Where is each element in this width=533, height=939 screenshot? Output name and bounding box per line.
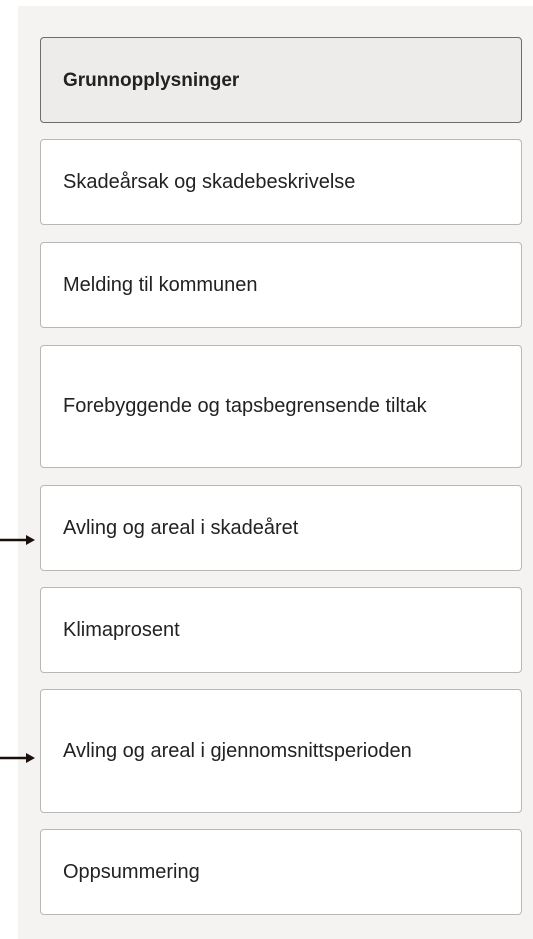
step-skadearsak-og-skadebeskrivelse[interactable]: Skadeårsak og skadebeskrivelse [40,139,522,225]
step-label: Grunnopplysninger [63,69,240,91]
step-label: Melding til kommunen [63,273,258,296]
step-avling-og-areal-i-gjennomsnittsperioden[interactable]: Avling og areal i gjennomsnittsperioden [40,689,522,813]
step-grunnopplysninger[interactable]: Grunnopplysninger [40,37,522,123]
step-label: Avling og areal i skadeåret [63,516,299,539]
step-avling-og-areal-i-skadearet[interactable]: Avling og areal i skadeåret [40,485,522,571]
step-forebyggende-og-tapsbegrensende-tiltak[interactable]: Forebyggende og tapsbegrensende tiltak [40,345,522,468]
step-klimaprosent[interactable]: Klimaprosent [40,587,522,673]
step-oppsummering[interactable]: Oppsummering [40,829,522,915]
step-label: Forebyggende og tapsbegrensende tiltak [63,395,427,417]
step-label: Klimaprosent [63,618,180,641]
step-label: Avling og areal i gjennomsnittsperioden [63,739,412,762]
arrow-right-icon [0,753,35,763]
step-melding-til-kommunen[interactable]: Melding til kommunen [40,242,522,328]
arrow-right-icon [0,535,35,545]
step-label: Skadeårsak og skadebeskrivelse [63,170,356,193]
step-label: Oppsummering [63,860,200,883]
